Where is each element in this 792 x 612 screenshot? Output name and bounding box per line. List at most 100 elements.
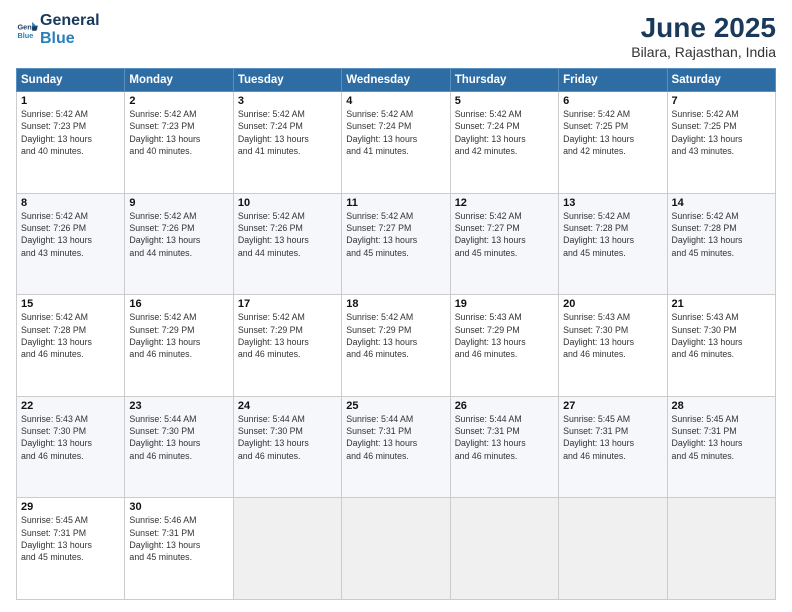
calendar-cell: 10Sunrise: 5:42 AM Sunset: 7:26 PM Dayli… bbox=[233, 193, 341, 295]
day-info: Sunrise: 5:42 AM Sunset: 7:24 PM Dayligh… bbox=[455, 108, 554, 157]
day-number: 14 bbox=[672, 197, 771, 209]
calendar-cell: 13Sunrise: 5:42 AM Sunset: 7:28 PM Dayli… bbox=[559, 193, 667, 295]
day-number: 15 bbox=[21, 298, 120, 310]
day-info: Sunrise: 5:42 AM Sunset: 7:23 PM Dayligh… bbox=[129, 108, 228, 157]
logo-icon: General Blue bbox=[16, 19, 38, 41]
logo: General Blue General Blue bbox=[16, 12, 100, 49]
calendar-cell: 30Sunrise: 5:46 AM Sunset: 7:31 PM Dayli… bbox=[125, 498, 233, 600]
day-info: Sunrise: 5:42 AM Sunset: 7:25 PM Dayligh… bbox=[563, 108, 662, 157]
day-number: 9 bbox=[129, 197, 228, 209]
day-info: Sunrise: 5:45 AM Sunset: 7:31 PM Dayligh… bbox=[563, 413, 662, 462]
day-number: 17 bbox=[238, 298, 337, 310]
calendar-cell: 14Sunrise: 5:42 AM Sunset: 7:28 PM Dayli… bbox=[667, 193, 775, 295]
calendar-header-row: Sunday Monday Tuesday Wednesday Thursday… bbox=[17, 69, 776, 92]
calendar-cell: 3Sunrise: 5:42 AM Sunset: 7:24 PM Daylig… bbox=[233, 92, 341, 194]
calendar-cell: 15Sunrise: 5:42 AM Sunset: 7:28 PM Dayli… bbox=[17, 295, 125, 397]
calendar-row: 29Sunrise: 5:45 AM Sunset: 7:31 PM Dayli… bbox=[17, 498, 776, 600]
calendar-cell: 26Sunrise: 5:44 AM Sunset: 7:31 PM Dayli… bbox=[450, 396, 558, 498]
calendar-cell: 24Sunrise: 5:44 AM Sunset: 7:30 PM Dayli… bbox=[233, 396, 341, 498]
day-number: 16 bbox=[129, 298, 228, 310]
svg-text:Blue: Blue bbox=[17, 31, 33, 40]
page: General Blue General Blue June 2025 Bila… bbox=[0, 0, 792, 612]
calendar-row: 15Sunrise: 5:42 AM Sunset: 7:28 PM Dayli… bbox=[17, 295, 776, 397]
calendar-row: 1Sunrise: 5:42 AM Sunset: 7:23 PM Daylig… bbox=[17, 92, 776, 194]
header-sunday: Sunday bbox=[17, 69, 125, 92]
calendar-cell: 7Sunrise: 5:42 AM Sunset: 7:25 PM Daylig… bbox=[667, 92, 775, 194]
day-info: Sunrise: 5:42 AM Sunset: 7:27 PM Dayligh… bbox=[455, 210, 554, 259]
day-number: 26 bbox=[455, 400, 554, 412]
day-number: 7 bbox=[672, 95, 771, 107]
day-info: Sunrise: 5:45 AM Sunset: 7:31 PM Dayligh… bbox=[21, 514, 120, 563]
day-number: 5 bbox=[455, 95, 554, 107]
day-info: Sunrise: 5:42 AM Sunset: 7:28 PM Dayligh… bbox=[672, 210, 771, 259]
calendar-cell: 8Sunrise: 5:42 AM Sunset: 7:26 PM Daylig… bbox=[17, 193, 125, 295]
calendar-cell: 25Sunrise: 5:44 AM Sunset: 7:31 PM Dayli… bbox=[342, 396, 450, 498]
day-info: Sunrise: 5:42 AM Sunset: 7:28 PM Dayligh… bbox=[563, 210, 662, 259]
calendar-row: 8Sunrise: 5:42 AM Sunset: 7:26 PM Daylig… bbox=[17, 193, 776, 295]
day-info: Sunrise: 5:42 AM Sunset: 7:24 PM Dayligh… bbox=[346, 108, 445, 157]
header-tuesday: Tuesday bbox=[233, 69, 341, 92]
main-title: June 2025 bbox=[631, 12, 776, 44]
logo-line1: General bbox=[40, 12, 100, 30]
day-number: 13 bbox=[563, 197, 662, 209]
day-info: Sunrise: 5:42 AM Sunset: 7:29 PM Dayligh… bbox=[129, 311, 228, 360]
day-number: 11 bbox=[346, 197, 445, 209]
header-wednesday: Wednesday bbox=[342, 69, 450, 92]
header-friday: Friday bbox=[559, 69, 667, 92]
day-info: Sunrise: 5:45 AM Sunset: 7:31 PM Dayligh… bbox=[672, 413, 771, 462]
calendar-cell: 6Sunrise: 5:42 AM Sunset: 7:25 PM Daylig… bbox=[559, 92, 667, 194]
calendar-cell bbox=[667, 498, 775, 600]
day-number: 29 bbox=[21, 501, 120, 513]
calendar-cell: 17Sunrise: 5:42 AM Sunset: 7:29 PM Dayli… bbox=[233, 295, 341, 397]
day-info: Sunrise: 5:44 AM Sunset: 7:31 PM Dayligh… bbox=[346, 413, 445, 462]
calendar-cell: 5Sunrise: 5:42 AM Sunset: 7:24 PM Daylig… bbox=[450, 92, 558, 194]
day-number: 24 bbox=[238, 400, 337, 412]
day-number: 27 bbox=[563, 400, 662, 412]
day-number: 12 bbox=[455, 197, 554, 209]
day-info: Sunrise: 5:42 AM Sunset: 7:28 PM Dayligh… bbox=[21, 311, 120, 360]
day-number: 28 bbox=[672, 400, 771, 412]
day-info: Sunrise: 5:43 AM Sunset: 7:30 PM Dayligh… bbox=[563, 311, 662, 360]
day-info: Sunrise: 5:43 AM Sunset: 7:29 PM Dayligh… bbox=[455, 311, 554, 360]
day-info: Sunrise: 5:42 AM Sunset: 7:29 PM Dayligh… bbox=[346, 311, 445, 360]
header-monday: Monday bbox=[125, 69, 233, 92]
calendar-cell: 11Sunrise: 5:42 AM Sunset: 7:27 PM Dayli… bbox=[342, 193, 450, 295]
day-info: Sunrise: 5:42 AM Sunset: 7:23 PM Dayligh… bbox=[21, 108, 120, 157]
calendar-cell bbox=[450, 498, 558, 600]
calendar-cell: 9Sunrise: 5:42 AM Sunset: 7:26 PM Daylig… bbox=[125, 193, 233, 295]
header-saturday: Saturday bbox=[667, 69, 775, 92]
calendar-cell: 23Sunrise: 5:44 AM Sunset: 7:30 PM Dayli… bbox=[125, 396, 233, 498]
calendar-cell: 20Sunrise: 5:43 AM Sunset: 7:30 PM Dayli… bbox=[559, 295, 667, 397]
day-number: 10 bbox=[238, 197, 337, 209]
day-info: Sunrise: 5:42 AM Sunset: 7:24 PM Dayligh… bbox=[238, 108, 337, 157]
day-info: Sunrise: 5:46 AM Sunset: 7:31 PM Dayligh… bbox=[129, 514, 228, 563]
day-info: Sunrise: 5:44 AM Sunset: 7:30 PM Dayligh… bbox=[238, 413, 337, 462]
calendar-cell: 2Sunrise: 5:42 AM Sunset: 7:23 PM Daylig… bbox=[125, 92, 233, 194]
day-number: 21 bbox=[672, 298, 771, 310]
day-number: 2 bbox=[129, 95, 228, 107]
day-info: Sunrise: 5:42 AM Sunset: 7:29 PM Dayligh… bbox=[238, 311, 337, 360]
day-info: Sunrise: 5:43 AM Sunset: 7:30 PM Dayligh… bbox=[21, 413, 120, 462]
title-block: June 2025 Bilara, Rajasthan, India bbox=[631, 12, 776, 60]
calendar-table: Sunday Monday Tuesday Wednesday Thursday… bbox=[16, 68, 776, 600]
calendar-cell: 1Sunrise: 5:42 AM Sunset: 7:23 PM Daylig… bbox=[17, 92, 125, 194]
day-number: 19 bbox=[455, 298, 554, 310]
calendar-cell: 28Sunrise: 5:45 AM Sunset: 7:31 PM Dayli… bbox=[667, 396, 775, 498]
calendar-cell bbox=[342, 498, 450, 600]
day-number: 4 bbox=[346, 95, 445, 107]
day-info: Sunrise: 5:44 AM Sunset: 7:30 PM Dayligh… bbox=[129, 413, 228, 462]
day-number: 18 bbox=[346, 298, 445, 310]
calendar-cell: 27Sunrise: 5:45 AM Sunset: 7:31 PM Dayli… bbox=[559, 396, 667, 498]
calendar-cell: 4Sunrise: 5:42 AM Sunset: 7:24 PM Daylig… bbox=[342, 92, 450, 194]
calendar-row: 22Sunrise: 5:43 AM Sunset: 7:30 PM Dayli… bbox=[17, 396, 776, 498]
calendar-cell: 21Sunrise: 5:43 AM Sunset: 7:30 PM Dayli… bbox=[667, 295, 775, 397]
calendar-cell: 18Sunrise: 5:42 AM Sunset: 7:29 PM Dayli… bbox=[342, 295, 450, 397]
day-number: 3 bbox=[238, 95, 337, 107]
day-info: Sunrise: 5:42 AM Sunset: 7:26 PM Dayligh… bbox=[238, 210, 337, 259]
day-number: 22 bbox=[21, 400, 120, 412]
day-info: Sunrise: 5:42 AM Sunset: 7:26 PM Dayligh… bbox=[21, 210, 120, 259]
calendar-cell bbox=[233, 498, 341, 600]
day-number: 8 bbox=[21, 197, 120, 209]
calendar-cell: 16Sunrise: 5:42 AM Sunset: 7:29 PM Dayli… bbox=[125, 295, 233, 397]
logo-line2: Blue bbox=[40, 30, 100, 48]
